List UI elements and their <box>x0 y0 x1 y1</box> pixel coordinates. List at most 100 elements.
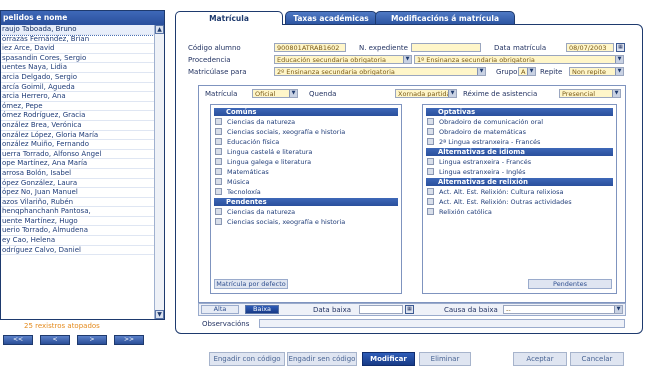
list-item[interactable]: odríguez Calvo, Daniel <box>1 246 154 256</box>
checkbox-icon[interactable] <box>427 168 434 175</box>
matricula-select[interactable]: Oficial ▼ <box>252 89 298 98</box>
grupo-select[interactable]: A ▼ <box>518 67 536 76</box>
checkbox-icon[interactable] <box>427 198 434 205</box>
subject-checkbox[interactable]: Lingua estranxeira - Inglés <box>427 168 526 176</box>
pendentes-button[interactable]: Pendentes <box>528 279 612 289</box>
procedencia-select-2[interactable]: 1º Ensinanza secundaria obrigatoria ▼ <box>414 55 624 64</box>
list-header[interactable]: pelidos e nome <box>1 11 164 25</box>
checkbox-icon[interactable] <box>215 208 222 215</box>
causa-select[interactable]: -- ▼ <box>503 305 623 314</box>
list-item[interactable]: ómez Rodríguez, Gracia <box>1 111 154 121</box>
list-scrollbar[interactable]: ▲ ▼ <box>154 25 164 319</box>
list-item[interactable]: arcia Delgado, Sergio <box>1 73 154 83</box>
list-item[interactable]: ópez No, Juan Manuel <box>1 188 154 198</box>
chevron-down-icon[interactable]: ▼ <box>289 90 297 97</box>
list-item[interactable]: arcia Herrero, Ana <box>1 92 154 102</box>
list-item[interactable]: onzález López, Gloria María <box>1 131 154 141</box>
list-item[interactable]: orrazás Fernández, Brian <box>1 35 154 45</box>
subject-checkbox[interactable]: Obradoiro de matemáticas <box>427 128 526 136</box>
data-matricula-field[interactable]: 08/07/2003 <box>566 43 614 52</box>
delete-button[interactable]: Eliminar <box>419 352 471 366</box>
list-item[interactable]: arcía Goimil, Águeda <box>1 83 154 93</box>
subject-checkbox[interactable]: Act. Alt. Est. Relixión: Outras activida… <box>427 198 572 206</box>
chevron-down-icon[interactable]: ▼ <box>615 56 623 63</box>
list-item[interactable]: ómez, Pepe <box>1 102 154 112</box>
list-item[interactable]: ey Cao, Helena <box>1 236 154 246</box>
observacions-field[interactable] <box>259 319 625 328</box>
checkbox-icon[interactable] <box>215 148 222 155</box>
scroll-down-icon[interactable]: ▼ <box>155 310 164 319</box>
tab-matricula[interactable]: Matrícula <box>175 11 283 25</box>
alta-button[interactable]: Alta <box>201 305 239 314</box>
expediente-field[interactable] <box>411 43 481 52</box>
checkbox-icon[interactable] <box>427 118 434 125</box>
list-item[interactable]: onzález Brea, Verónica <box>1 121 154 131</box>
codigo-field[interactable]: 900801ATRAB1602 <box>274 43 346 52</box>
baixa-button[interactable]: Baixa <box>245 305 279 314</box>
subject-checkbox[interactable]: 2ª Lingua estranxeira - Francés <box>427 138 540 146</box>
list-item[interactable]: ópez González, Laura <box>1 179 154 189</box>
modify-button[interactable]: Modificar <box>362 352 415 366</box>
subject-checkbox[interactable]: Ciencias da natureza <box>215 118 295 126</box>
subject-checkbox[interactable]: Act. Alt. Est. Relixión: Cultura relixio… <box>427 188 564 196</box>
chevron-down-icon[interactable]: ▼ <box>527 68 535 75</box>
checkbox-icon[interactable] <box>215 178 222 185</box>
scroll-up-icon[interactable]: ▲ <box>155 25 164 34</box>
chevron-down-icon[interactable]: ▼ <box>612 90 620 97</box>
prev-page-button[interactable]: < <box>40 335 70 345</box>
chevron-down-icon[interactable]: ▼ <box>615 68 623 75</box>
list-item[interactable]: spasandin Cores, Sergio <box>1 54 154 64</box>
procedencia-select-1[interactable]: Educación secundaria obrigatoria ▼ <box>274 55 412 64</box>
tab-taxas-academicas[interactable]: Taxas académicas <box>285 11 377 24</box>
subject-checkbox[interactable]: Ciencias sociais, xeografía e historia <box>215 128 345 136</box>
subject-checkbox[interactable]: Relixión católica <box>427 208 492 216</box>
subject-checkbox[interactable]: Ciencias da natureza <box>215 208 295 216</box>
chevron-down-icon[interactable]: ▼ <box>477 68 485 75</box>
calendar-icon[interactable]: ▦ <box>616 43 625 52</box>
subject-checkbox[interactable]: Matemáticas <box>215 168 269 176</box>
subject-checkbox[interactable]: Tecnoloxía <box>215 188 261 196</box>
data-baixa-field[interactable] <box>359 305 403 314</box>
subject-checkbox[interactable]: Educación física <box>215 138 279 146</box>
checkbox-icon[interactable] <box>215 158 222 165</box>
add-with-code-button[interactable]: Engadir con código <box>209 352 285 366</box>
calendar-icon[interactable]: ▦ <box>405 305 414 314</box>
default-enrollment-button[interactable]: Matrícula por defecto <box>214 279 288 289</box>
subject-checkbox[interactable]: Lingua estranxeira - Francés <box>427 158 531 166</box>
subject-checkbox[interactable]: Lingua galega e literatura <box>215 158 311 166</box>
chevron-down-icon[interactable]: ▼ <box>448 90 456 97</box>
repite-select[interactable]: Non repite ▼ <box>569 67 624 76</box>
matriculase-select[interactable]: 2º Ensinanza secundaria obrigatoria ▼ <box>274 67 486 76</box>
list-item[interactable]: uerra Torrado, Alfonso Ángel <box>1 150 154 160</box>
rexime-select[interactable]: Presencial ▼ <box>559 89 621 98</box>
next-page-button[interactable]: > <box>77 335 107 345</box>
checkbox-icon[interactable] <box>215 168 222 175</box>
checkbox-icon[interactable] <box>215 218 222 225</box>
list-item[interactable]: onzález Muiño, Fernando <box>1 140 154 150</box>
list-item[interactable]: raujo Taboada, Bruno <box>1 25 154 36</box>
list-item[interactable]: arrosa Bolón, Isabel <box>1 169 154 179</box>
list-item[interactable]: ope Martínez, Ana María <box>1 159 154 169</box>
chevron-down-icon[interactable]: ▼ <box>403 56 411 63</box>
checkbox-icon[interactable] <box>427 158 434 165</box>
quenda-select[interactable]: Xornada partida ▼ <box>395 89 457 98</box>
checkbox-icon[interactable] <box>215 128 222 135</box>
checkbox-icon[interactable] <box>215 138 222 145</box>
add-without-code-button[interactable]: Engadir sen código <box>287 352 357 366</box>
checkbox-icon[interactable] <box>215 118 222 125</box>
checkbox-icon[interactable] <box>215 188 222 195</box>
checkbox-icon[interactable] <box>427 188 434 195</box>
checkbox-icon[interactable] <box>427 138 434 145</box>
list-item[interactable]: iez Arce, David <box>1 44 154 54</box>
list-item[interactable]: uente Martínez, Hugo <box>1 217 154 227</box>
cancel-button[interactable]: Cancelar <box>570 352 624 366</box>
tab-modificacions[interactable]: Modificacións á matrícula <box>375 11 515 24</box>
list-item[interactable]: henqphanchanh Pantosa, <box>1 207 154 217</box>
checkbox-icon[interactable] <box>427 128 434 135</box>
subject-checkbox[interactable]: Música <box>215 178 249 186</box>
list-item[interactable]: azos Vilariño, Rubén <box>1 198 154 208</box>
subject-checkbox[interactable]: Ciencias sociais, xeografía e historia <box>215 218 345 226</box>
accept-button[interactable]: Aceptar <box>513 352 567 366</box>
first-page-button[interactable]: << <box>3 335 33 345</box>
list-item[interactable]: uerio Torrado, Almudena <box>1 226 154 237</box>
